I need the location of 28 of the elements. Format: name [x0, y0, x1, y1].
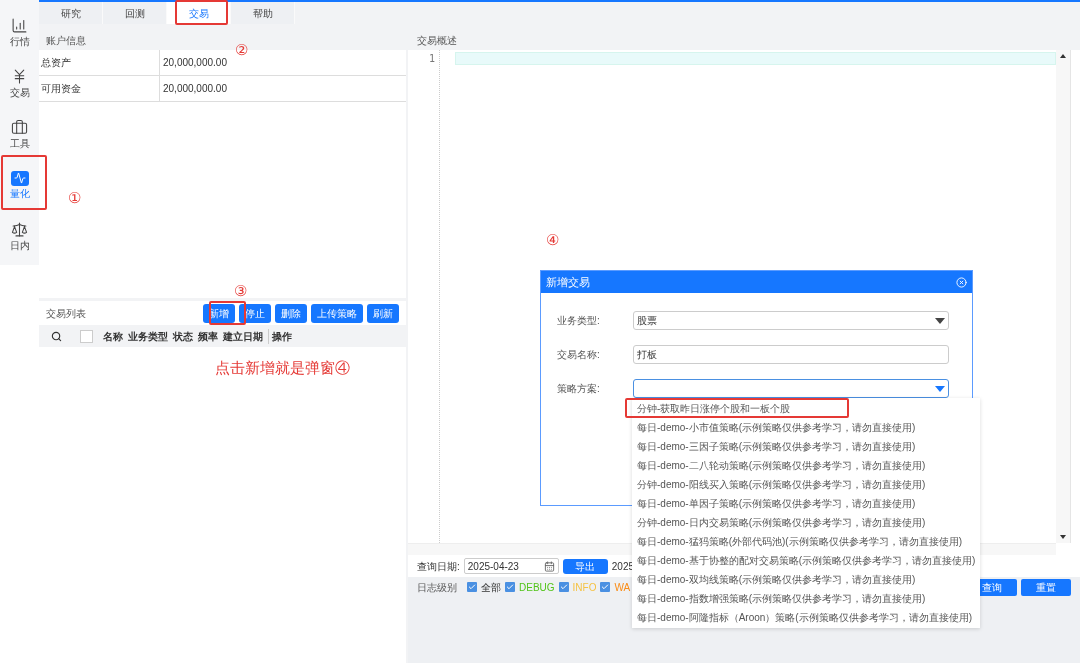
step-marker: ④	[546, 232, 559, 247]
log-level-label: INFO	[572, 580, 597, 595]
column-header: 状态	[173, 329, 193, 344]
column-header: 建立日期	[223, 329, 263, 344]
table-cell-text: 20,000,000.00	[162, 56, 228, 70]
field-label: 查询日期:	[417, 559, 460, 574]
panel-title: 交易列表	[46, 306, 86, 321]
table-cell: 总资产	[39, 50, 160, 75]
step-marker: ①	[68, 190, 81, 205]
panel-header: 交易概述	[408, 30, 1080, 50]
line-number: 1	[428, 52, 435, 65]
annotation-note: 点击新增就是弹窗④	[215, 358, 350, 378]
field-label: 日志级别	[417, 580, 457, 595]
log-level-label: DEBUG	[519, 580, 555, 595]
step-marker: ②	[235, 42, 248, 57]
column-header: 频率	[198, 329, 218, 344]
step-marker: ③	[234, 283, 247, 298]
field-label: 交易名称:	[557, 348, 601, 362]
column-header: 名称	[103, 329, 123, 344]
table-cell: 可用资金	[39, 76, 160, 101]
column-header: 业务类型	[128, 329, 168, 344]
field-label: 策略方案:	[557, 382, 601, 396]
log-level-label: 全部	[481, 580, 501, 595]
table-cell-text: 20,000,000.00	[162, 82, 228, 96]
dialog-title: 新增交易	[546, 274, 590, 290]
log-level-label: WA	[614, 580, 631, 595]
field-label: 业务类型:	[557, 314, 601, 328]
column-header: 操作	[268, 328, 292, 344]
